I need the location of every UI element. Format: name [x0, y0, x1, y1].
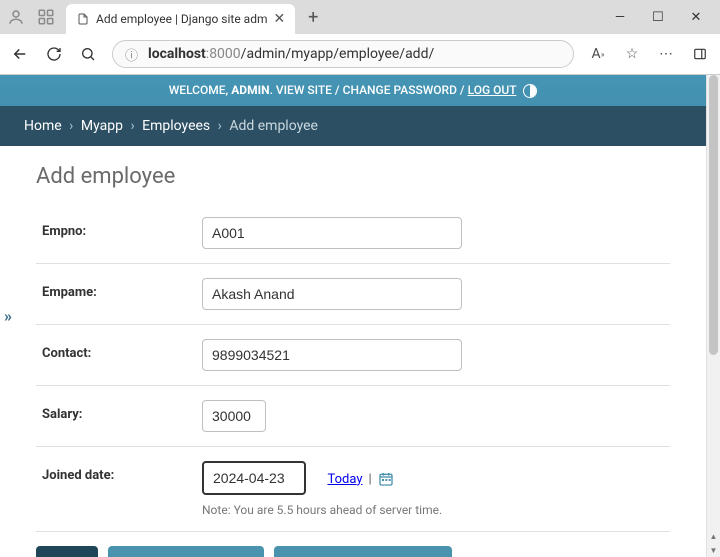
- scroll-down-icon[interactable]: ▼: [707, 543, 720, 557]
- submit-row: SAVE Save and add another Save and conti…: [36, 546, 670, 557]
- content: Add employee Empno: Empame: Contact: Sal…: [0, 146, 706, 557]
- label-contact: Contact:: [42, 339, 202, 361]
- field-row-empno: Empno:: [36, 203, 670, 264]
- search-icon[interactable]: [78, 44, 98, 64]
- more-icon[interactable]: ⋯: [656, 44, 676, 64]
- titlebar: Add employee | Django site adm ✕ + — ☐ ✕: [0, 0, 720, 34]
- maximize-button[interactable]: ☐: [648, 10, 668, 25]
- save-continue-button[interactable]: Save and continue editing: [274, 546, 452, 557]
- input-empno[interactable]: [202, 217, 462, 249]
- save-add-another-button[interactable]: Save and add another: [108, 546, 264, 557]
- workspaces-icon[interactable]: [36, 7, 56, 27]
- minimize-button[interactable]: —: [610, 10, 630, 25]
- page-viewport: » WELCOME, ADMIN. VIEW SITE / CHANGE PAS…: [0, 75, 720, 557]
- field-row-contact: Contact:: [36, 325, 670, 386]
- logout-link[interactable]: LOG OUT: [468, 83, 517, 97]
- view-site-link[interactable]: VIEW SITE: [276, 83, 332, 97]
- sidebar-panel-icon[interactable]: [690, 44, 710, 64]
- user-tools: WELCOME, ADMIN. VIEW SITE / CHANGE PASSW…: [0, 75, 706, 106]
- save-button[interactable]: SAVE: [36, 546, 98, 557]
- close-window-button[interactable]: ✕: [686, 10, 706, 25]
- nav-toggle-icon[interactable]: »: [4, 307, 12, 326]
- browser-tab[interactable]: Add employee | Django site adm ✕: [66, 4, 295, 34]
- site-info-icon[interactable]: ⓘ: [125, 45, 138, 64]
- url-field[interactable]: ⓘ localhost:8000/admin/myapp/employee/ad…: [112, 40, 574, 68]
- input-empname[interactable]: [202, 278, 462, 310]
- read-aloud-icon[interactable]: A»: [588, 44, 608, 64]
- field-row-salary: Salary:: [36, 386, 670, 447]
- separator: |: [369, 472, 372, 487]
- favorite-icon[interactable]: ☆: [622, 44, 642, 64]
- close-tab-icon[interactable]: ✕: [274, 11, 286, 27]
- breadcrumb: Home › Myapp › Employees › Add employee: [0, 106, 706, 146]
- input-joined-date[interactable]: [202, 461, 306, 495]
- label-empname: Empame:: [42, 278, 202, 300]
- scroll-up-icon[interactable]: ▲: [707, 529, 720, 543]
- page-icon: [76, 12, 90, 26]
- change-password-link[interactable]: CHANGE PASSWORD: [343, 83, 457, 97]
- profile-icon[interactable]: [6, 7, 26, 27]
- scrollbar[interactable]: ▲ ▼: [706, 75, 720, 557]
- welcome-text: WELCOME, ADMIN.: [169, 83, 273, 97]
- calendar-icon[interactable]: [378, 471, 394, 487]
- new-tab-button[interactable]: +: [299, 3, 327, 31]
- today-link[interactable]: Today: [327, 472, 362, 487]
- scrollbar-thumb[interactable]: [709, 75, 718, 355]
- label-joined: Joined date:: [42, 461, 202, 483]
- label-empno: Empno:: [42, 217, 202, 239]
- field-row-empname: Empame:: [36, 264, 670, 325]
- refresh-button[interactable]: [44, 44, 64, 64]
- input-salary[interactable]: [202, 400, 266, 432]
- tab-title: Add employee | Django site adm: [96, 12, 268, 26]
- browser-chrome: Add employee | Django site adm ✕ + — ☐ ✕…: [0, 0, 720, 75]
- label-salary: Salary:: [42, 400, 202, 422]
- breadcrumb-app[interactable]: Myapp: [81, 118, 123, 134]
- window-controls: — ☐ ✕: [610, 10, 714, 25]
- breadcrumb-current: Add employee: [229, 118, 318, 134]
- url-text: localhost:8000/admin/myapp/employee/add/: [148, 46, 434, 62]
- back-button[interactable]: [10, 44, 30, 64]
- breadcrumb-model[interactable]: Employees: [142, 118, 210, 134]
- theme-toggle-icon[interactable]: [523, 84, 537, 98]
- page-title: Add employee: [36, 164, 670, 189]
- breadcrumb-home[interactable]: Home: [24, 118, 62, 134]
- field-row-joined: Joined date: Today | Note: You are 5.5 h…: [36, 447, 670, 532]
- timezone-note: Note: You are 5.5 hours ahead of server …: [202, 503, 664, 517]
- input-contact[interactable]: [202, 339, 462, 371]
- address-bar: ⓘ localhost:8000/admin/myapp/employee/ad…: [0, 34, 720, 74]
